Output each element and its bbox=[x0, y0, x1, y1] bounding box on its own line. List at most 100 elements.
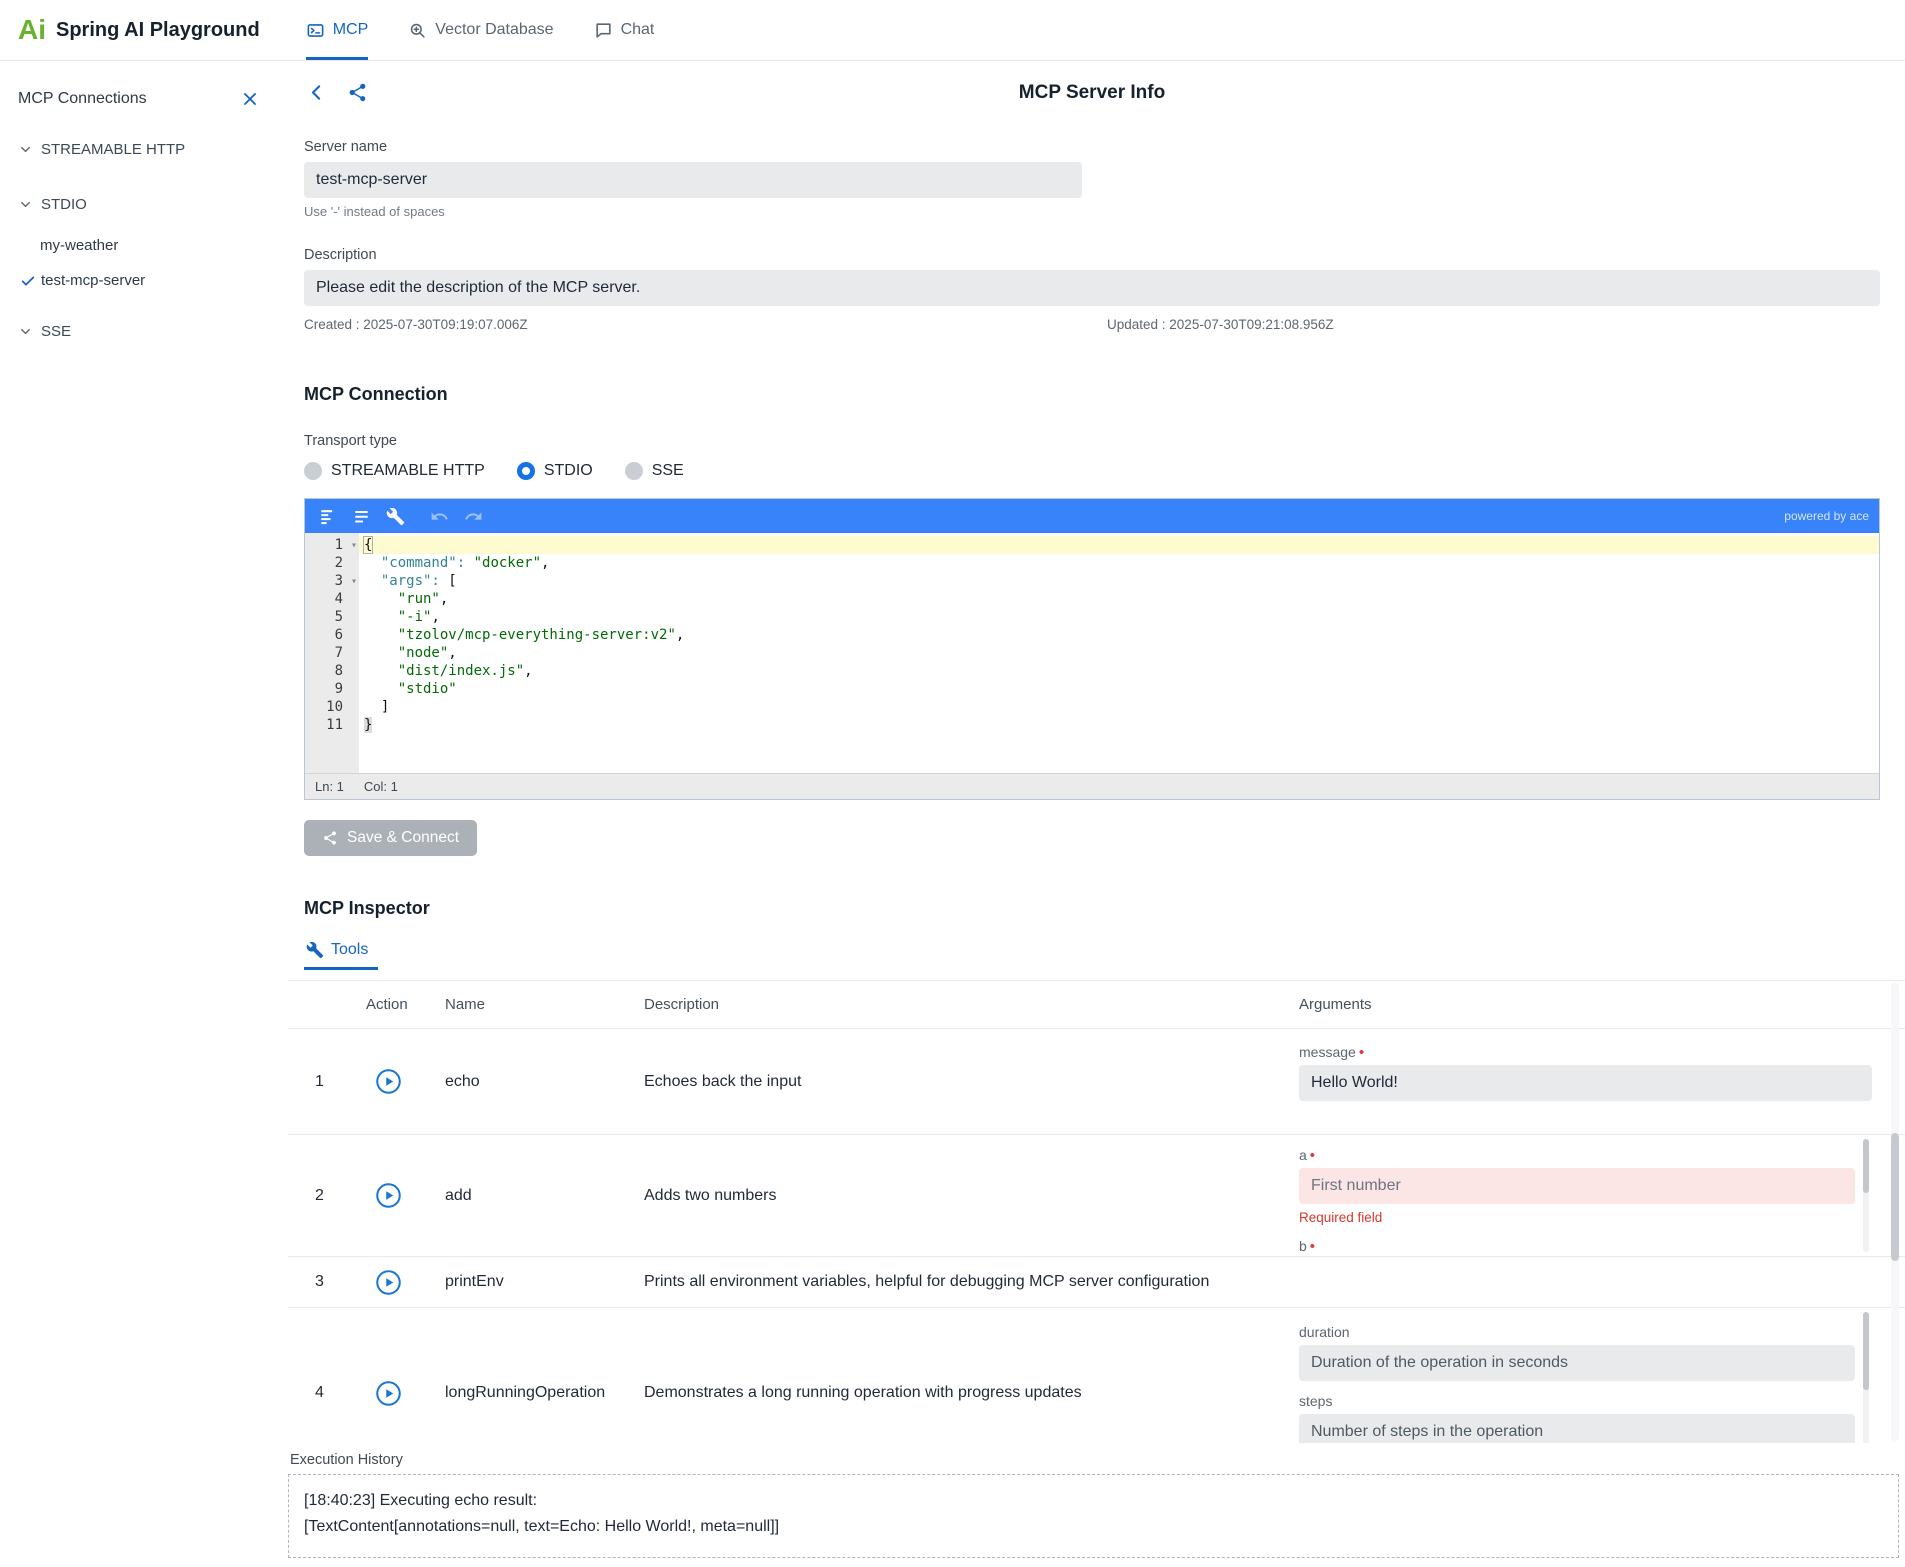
arg-input-duration[interactable] bbox=[1299, 1345, 1855, 1381]
server-name-label: Server name bbox=[304, 139, 1880, 155]
compact-icon bbox=[352, 507, 371, 526]
timestamps-row: Created : 2025-07-30T09:19:07.006Z Updat… bbox=[304, 317, 1880, 334]
radio-unchecked-icon bbox=[304, 462, 322, 480]
arg-error-message: Required field bbox=[1299, 1210, 1905, 1225]
required-marker: • bbox=[1359, 1045, 1364, 1060]
editor-code-line[interactable]: "command": "docker", bbox=[359, 554, 1879, 572]
radio-label: STDIO bbox=[544, 462, 593, 480]
editor-line-number: 6 bbox=[305, 626, 359, 644]
editor-code[interactable]: { "command": "docker", "args": [ "run", … bbox=[359, 533, 1879, 773]
compact-json-button[interactable] bbox=[349, 504, 374, 529]
server-name-input[interactable] bbox=[304, 162, 1082, 198]
arg-input-steps[interactable] bbox=[1299, 1414, 1855, 1443]
server-name-hint: Use '-' instead of spaces bbox=[304, 204, 1880, 219]
sidebar-item-my-weather[interactable]: my-weather bbox=[18, 237, 288, 254]
sidebar-close-button[interactable] bbox=[238, 87, 262, 111]
sidebar-section-streamable-http[interactable]: STREAMABLE HTTP bbox=[18, 141, 288, 158]
radio-label: SSE bbox=[652, 462, 684, 480]
radio-unchecked-icon bbox=[625, 462, 643, 480]
repair-json-button[interactable] bbox=[383, 504, 408, 529]
close-icon bbox=[240, 89, 260, 109]
play-icon bbox=[375, 1269, 402, 1296]
tab-vector-database[interactable]: Vector Database bbox=[408, 0, 553, 60]
sidebar-section-sse[interactable]: SSE bbox=[18, 323, 288, 340]
arg-input-a[interactable] bbox=[1299, 1168, 1855, 1204]
brand: Ai Spring AI Playground bbox=[18, 0, 260, 60]
tools-table: Action Name Description Arguments 1 echo… bbox=[288, 980, 1905, 1443]
arg-label-steps: steps bbox=[1299, 1393, 1905, 1409]
run-tool-button[interactable] bbox=[375, 1182, 402, 1209]
chevron-left-icon bbox=[306, 82, 327, 103]
transport-radio-group: STREAMABLE HTTP STDIO SSE bbox=[304, 462, 1880, 480]
back-button[interactable] bbox=[304, 80, 329, 105]
redo-button[interactable] bbox=[461, 504, 486, 529]
execution-history: Execution History [18:40:23] Executing e… bbox=[288, 1452, 1905, 1558]
sidebar-item-test-mcp-server[interactable]: test-mcp-server bbox=[18, 272, 288, 289]
col-header-action: Action bbox=[352, 996, 424, 1013]
nav-label: MCP bbox=[333, 21, 369, 39]
editor-code-line[interactable]: "args": [ bbox=[359, 572, 1879, 590]
tool-description: Demonstrates a long running operation wi… bbox=[634, 1384, 1297, 1402]
page-title: MCP Server Info bbox=[304, 75, 1880, 111]
redo-icon bbox=[464, 507, 483, 526]
editor-code-line[interactable]: "-i", bbox=[359, 608, 1879, 626]
play-icon bbox=[375, 1380, 402, 1407]
tab-mcp[interactable]: MCP bbox=[306, 0, 369, 60]
editor-line-number: 3▾ bbox=[305, 572, 359, 590]
editor-code-line[interactable]: "tzolov/mcp-everything-server:v2", bbox=[359, 626, 1879, 644]
tool-name: echo bbox=[424, 1073, 634, 1091]
editor-line-number: 5 bbox=[305, 608, 359, 626]
description-label: Description bbox=[304, 247, 1880, 263]
scrollbar-thumb[interactable] bbox=[1863, 1139, 1869, 1193]
editor-line-number: 10 bbox=[305, 698, 359, 716]
run-tool-button[interactable] bbox=[375, 1068, 402, 1095]
tab-chat[interactable]: Chat bbox=[594, 0, 655, 60]
description-input[interactable] bbox=[304, 270, 1880, 306]
run-tool-button[interactable] bbox=[375, 1380, 402, 1407]
chevron-down-icon bbox=[18, 197, 33, 212]
tool-description: Prints all environment variables, helpfu… bbox=[634, 1273, 1297, 1291]
editor-code-line[interactable]: "dist/index.js", bbox=[359, 662, 1879, 680]
play-icon bbox=[375, 1182, 402, 1209]
fold-caret-icon[interactable]: ▾ bbox=[351, 537, 357, 555]
format-icon bbox=[318, 507, 337, 526]
share-icon bbox=[347, 82, 368, 103]
editor-line-number: 2 bbox=[305, 554, 359, 572]
powered-by-ace-link[interactable]: powered by ace bbox=[1784, 509, 1869, 523]
radio-label: STREAMABLE HTTP bbox=[331, 462, 485, 480]
editor-code-line[interactable]: "node", bbox=[359, 644, 1879, 662]
args-scrollbar[interactable] bbox=[1863, 1139, 1869, 1252]
sidebar-section-stdio[interactable]: STDIO bbox=[18, 196, 288, 213]
log-line: [TextContent[annotations=null, text=Echo… bbox=[304, 1514, 1883, 1540]
table-scrollbar[interactable] bbox=[1891, 983, 1899, 1441]
editor-code-line[interactable]: } bbox=[359, 716, 1879, 734]
tools-icon bbox=[306, 941, 324, 959]
undo-button[interactable] bbox=[427, 504, 452, 529]
scrollbar-thumb[interactable] bbox=[1891, 1133, 1899, 1261]
required-marker: • bbox=[1310, 1148, 1315, 1163]
code-editor[interactable]: 1▾23▾4567891011 { "command": "docker", "… bbox=[305, 533, 1879, 773]
sidebar: MCP Connections STREAMABLE HTTP STDIO my… bbox=[0, 61, 288, 1567]
scrollbar-thumb[interactable] bbox=[1863, 1312, 1869, 1390]
radio-sse[interactable]: SSE bbox=[625, 462, 684, 480]
tool-name: longRunningOperation bbox=[424, 1384, 634, 1402]
col-header-arguments: Arguments bbox=[1297, 996, 1905, 1013]
editor-code-line[interactable]: ] bbox=[359, 698, 1879, 716]
format-json-button[interactable] bbox=[315, 504, 340, 529]
editor-code-line[interactable]: "run", bbox=[359, 590, 1879, 608]
top-bar: Ai Spring AI Playground MCP Vector Datab… bbox=[0, 0, 1905, 61]
transport-type-label: Transport type bbox=[304, 433, 1880, 449]
save-connect-button[interactable]: Save & Connect bbox=[304, 820, 477, 856]
fold-caret-icon[interactable]: ▾ bbox=[351, 573, 357, 591]
tab-tools[interactable]: Tools bbox=[304, 941, 378, 970]
radio-stdio[interactable]: STDIO bbox=[517, 462, 593, 480]
execution-history-log: [18:40:23] Executing echo result: [TextC… bbox=[288, 1474, 1899, 1558]
share-button[interactable] bbox=[345, 80, 370, 105]
args-scrollbar[interactable] bbox=[1863, 1312, 1869, 1443]
editor-code-line[interactable]: "stdio" bbox=[359, 680, 1879, 698]
editor-code-line[interactable]: { bbox=[359, 536, 1879, 554]
arg-input-message[interactable] bbox=[1299, 1065, 1872, 1101]
run-tool-button[interactable] bbox=[375, 1269, 402, 1296]
created-timestamp: Created : 2025-07-30T09:19:07.006Z bbox=[304, 317, 528, 332]
radio-streamable-http[interactable]: STREAMABLE HTTP bbox=[304, 462, 485, 480]
